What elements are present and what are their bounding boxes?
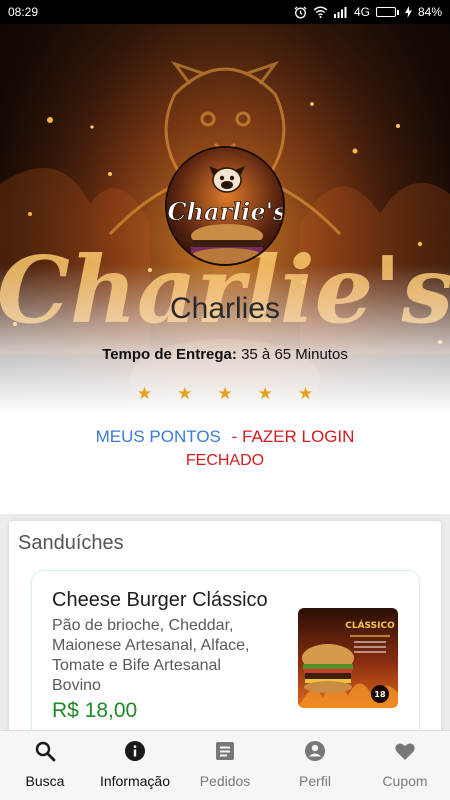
status-bar: 08:29 4G 84%	[0, 0, 450, 24]
status-time: 08:29	[8, 5, 39, 19]
star-icon: ★	[257, 384, 273, 403]
nav-label: Informação	[99, 773, 171, 789]
product-price: R$ 18,00	[52, 699, 138, 722]
nav-perfil[interactable]: Perfil	[270, 731, 360, 800]
star-icon: ★	[217, 384, 233, 403]
product-image: CLÁSSICO 18	[298, 608, 398, 708]
store-status: FECHADO	[185, 452, 265, 469]
store-header: Charlie's Charlies Tempo de Entrega: 35 …	[0, 24, 450, 514]
bottom-navigation: Busca Informação Pedidos Perfil Cupom	[0, 730, 450, 800]
network-type: 4G	[353, 5, 370, 19]
nav-label: Perfil	[299, 773, 331, 789]
charging-icon	[404, 6, 412, 18]
logo-text: Charlie's	[167, 197, 285, 226]
star-icon: ★	[177, 384, 193, 403]
section-title: Sanduíches	[18, 532, 124, 554]
product-name: Cheese Burger Clássico	[52, 589, 268, 611]
product-image-badge: 18	[374, 690, 386, 699]
nav-pedidos[interactable]: Pedidos	[180, 731, 270, 800]
screen: 08:29 4G 84% Charlie's Charlies Tempo de…	[0, 0, 450, 800]
star-icon: ★	[136, 384, 153, 403]
signal-icon	[333, 6, 348, 18]
delivery-label: Tempo de Entrega:	[102, 346, 237, 363]
nav-cupom[interactable]: Cupom	[360, 731, 450, 800]
store-logo: Charlie's	[165, 146, 285, 266]
account-links: MEUS PONTOS - FAZER LOGIN	[0, 427, 450, 447]
battery-percent: 84%	[417, 5, 442, 19]
login-link[interactable]: - FAZER LOGIN	[232, 427, 355, 446]
nav-label: Cupom	[382, 773, 428, 789]
nav-label: Busca	[25, 773, 65, 789]
store-name: Charlies	[169, 292, 281, 325]
delivery-value: 35 à 65 Minutos	[241, 346, 348, 363]
battery-icon	[375, 7, 399, 17]
search-icon	[33, 739, 57, 763]
alarm-icon	[294, 6, 307, 19]
store-rating: ★ ★ ★ ★ ★	[0, 384, 450, 404]
my-points-link[interactable]: MEUS PONTOS	[96, 427, 221, 446]
star-icon: ★	[297, 384, 314, 403]
status-icons: 4G 84%	[294, 5, 442, 19]
heart-icon	[393, 739, 417, 763]
nav-busca[interactable]: Busca	[0, 731, 90, 800]
info-icon	[123, 739, 147, 763]
nav-informacao[interactable]: Informação	[90, 731, 180, 800]
wifi-icon	[313, 6, 328, 18]
nav-label: Pedidos	[199, 773, 251, 789]
product-image-title: CLÁSSICO	[345, 619, 395, 631]
delivery-time: Tempo de Entrega: 35 à 65 Minutos	[0, 346, 450, 363]
profile-icon	[303, 739, 327, 763]
orders-icon	[213, 739, 237, 763]
product-description: Pão de brioche, Cheddar, Maionese Artesa…	[52, 617, 250, 694]
